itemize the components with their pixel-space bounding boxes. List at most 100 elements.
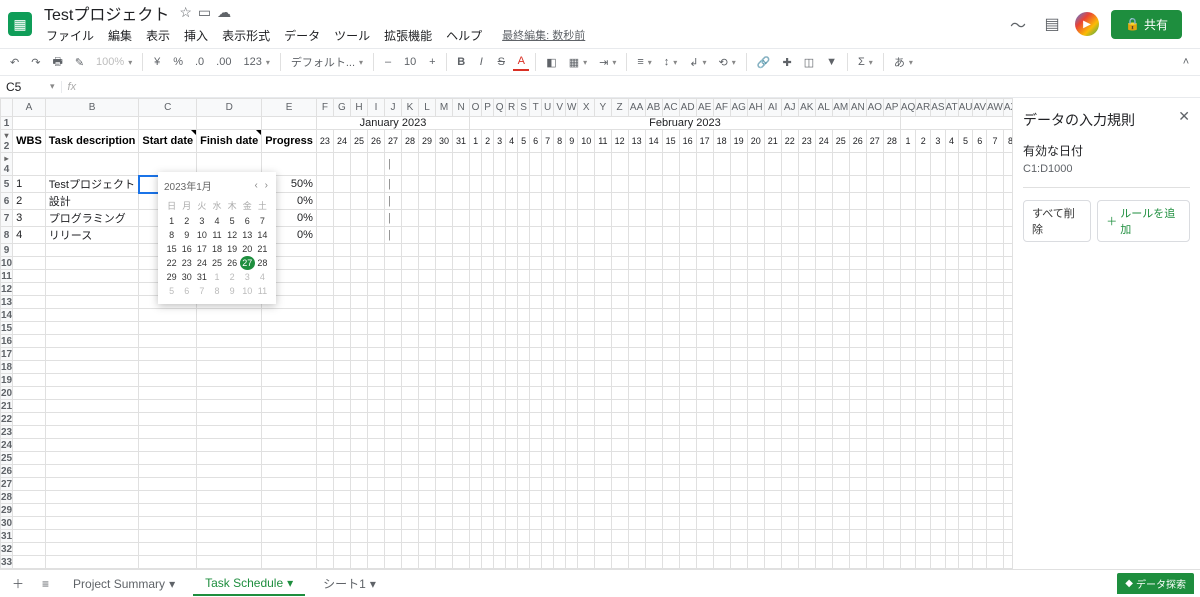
datepicker-day[interactable]: 3 — [240, 270, 255, 284]
undo-icon[interactable]: ↶ — [6, 54, 23, 71]
column-header[interactable]: H — [350, 99, 367, 117]
datepicker-day[interactable]: 1 — [164, 214, 179, 228]
column-header[interactable]: F — [316, 99, 333, 117]
meet-icon[interactable]: ▶ — [1075, 12, 1099, 36]
share-button[interactable]: 🔒共有 — [1111, 10, 1182, 39]
column-header[interactable]: K — [402, 99, 419, 117]
tab-sheet1[interactable]: シート1▾ — [311, 571, 388, 596]
add-sheet-button[interactable]: ＋ — [6, 573, 30, 594]
date-picker-popup[interactable]: 2023年1月 ‹ › 日月火水木金土123456789101112131415… — [158, 172, 276, 304]
datepicker-day[interactable]: 23 — [179, 256, 194, 270]
increase-decimal-button[interactable]: .00 — [212, 54, 235, 70]
valign-button[interactable]: ↕ — [660, 54, 682, 70]
font-size-plus[interactable]: + — [424, 54, 440, 70]
column-header[interactable]: E — [262, 99, 317, 117]
datepicker-day[interactable]: 9 — [179, 228, 194, 242]
datepicker-day[interactable]: 16 — [179, 242, 194, 256]
explore-button[interactable]: ◆データ探索 — [1117, 573, 1194, 594]
datepicker-day[interactable]: 25 — [209, 256, 224, 270]
datepicker-day[interactable]: 6 — [179, 284, 194, 298]
last-edit-link[interactable]: 最終編集: 数秒前 — [496, 25, 591, 45]
print-icon[interactable]: 🖶 — [48, 51, 66, 74]
datepicker-day[interactable]: 13 — [240, 228, 255, 242]
format-percent-button[interactable]: % — [169, 54, 187, 70]
fill-color-button[interactable]: ◧ — [542, 54, 560, 71]
datepicker-day[interactable]: 29 — [164, 270, 179, 284]
document-title[interactable]: Testプロジェクト — [40, 0, 173, 26]
datepicker-day[interactable]: 18 — [209, 242, 224, 256]
comment-button[interactable]: ✚ — [778, 54, 795, 71]
datepicker-day[interactable]: 4 — [255, 270, 270, 284]
datepicker-day[interactable]: 27 — [240, 256, 255, 270]
delete-all-button[interactable]: すべて削除 — [1023, 200, 1091, 242]
column-header[interactable]: G — [333, 99, 350, 117]
datepicker-day[interactable]: 5 — [225, 214, 240, 228]
halign-button[interactable]: ≡ — [633, 54, 655, 70]
column-header[interactable]: AJ — [781, 99, 798, 117]
datepicker-day[interactable]: 10 — [194, 228, 209, 242]
menu-extensions[interactable]: 拡張機能 — [378, 25, 438, 46]
column-header[interactable]: C — [139, 99, 197, 117]
spreadsheet-grid[interactable]: ABCDEFGHIJKLMNOPQRSTUVWXYZAAABACADAEAFAG… — [0, 98, 1012, 569]
add-rule-button[interactable]: ＋ルールを追加 — [1097, 200, 1190, 242]
link-button[interactable]: 🔗 — [753, 54, 775, 71]
chart-button[interactable]: ◫ — [800, 54, 818, 71]
decrease-decimal-button[interactable]: .0 — [191, 54, 208, 70]
column-header[interactable]: U — [542, 99, 554, 117]
datepicker-day[interactable]: 17 — [194, 242, 209, 256]
collapse-toolbar-icon[interactable]: ˄ — [1178, 54, 1194, 70]
column-header[interactable]: X — [578, 99, 595, 117]
strikethrough-button[interactable]: S — [493, 54, 509, 70]
column-header[interactable]: AK — [798, 99, 815, 117]
column-header[interactable]: AA — [628, 99, 645, 117]
font-size-minus[interactable]: – — [380, 54, 396, 70]
column-header[interactable]: AH — [747, 99, 764, 117]
datepicker-day[interactable]: 30 — [179, 270, 194, 284]
column-header[interactable]: AV — [973, 99, 987, 117]
datepicker-day[interactable]: 15 — [164, 242, 179, 256]
font-size-value[interactable]: 10 — [400, 54, 420, 70]
datepicker-day[interactable]: 2 — [179, 214, 194, 228]
column-header[interactable]: M — [436, 99, 453, 117]
menu-file[interactable]: ファイル — [40, 25, 100, 46]
history-icon[interactable]: 〜 — [1007, 13, 1029, 35]
datepicker-day[interactable]: 5 — [164, 284, 179, 298]
column-header[interactable]: AI — [764, 99, 781, 117]
menu-edit[interactable]: 編集 — [102, 25, 138, 46]
column-header[interactable]: AF — [713, 99, 730, 117]
column-header[interactable]: AP — [883, 99, 900, 117]
font-dropdown[interactable]: デフォルト... — [287, 52, 367, 72]
name-box[interactable]: C5 — [0, 80, 44, 94]
wrap-button[interactable]: ↲ — [685, 54, 710, 71]
functions-button[interactable]: Σ — [854, 54, 877, 70]
column-header[interactable]: N — [453, 99, 470, 117]
menu-data[interactable]: データ — [278, 25, 326, 46]
sheets-logo[interactable]: ▦ — [8, 12, 32, 36]
column-header[interactable]: AS — [931, 99, 945, 117]
datepicker-day[interactable]: 7 — [194, 284, 209, 298]
datepicker-prev-icon[interactable]: ‹ — [253, 180, 260, 191]
close-panel-icon[interactable]: ✕ — [1178, 108, 1190, 125]
name-box-dropdown[interactable]: ▾ — [44, 81, 61, 92]
datepicker-day[interactable]: 28 — [255, 256, 270, 270]
column-header[interactable]: L — [419, 99, 436, 117]
redo-icon[interactable]: ↷ — [27, 54, 44, 71]
column-header[interactable]: W — [566, 99, 578, 117]
datepicker-day[interactable]: 20 — [240, 242, 255, 256]
datepicker-next-icon[interactable]: › — [263, 180, 270, 191]
filter-button[interactable]: ▼ — [822, 54, 841, 70]
column-header[interactable]: I — [367, 99, 384, 117]
datepicker-day[interactable]: 1 — [209, 270, 224, 284]
borders-button[interactable]: ▦ — [565, 54, 591, 71]
all-sheets-button[interactable]: ≡ — [36, 575, 55, 593]
datepicker-day[interactable]: 31 — [194, 270, 209, 284]
italic-button[interactable]: I — [473, 54, 489, 70]
column-header[interactable]: J — [384, 99, 401, 117]
column-header[interactable]: AR — [916, 99, 931, 117]
column-header[interactable]: AG — [730, 99, 747, 117]
datepicker-day[interactable]: 11 — [255, 284, 270, 298]
rule-criteria[interactable]: 有効な日付 — [1023, 142, 1190, 159]
datepicker-day[interactable]: 8 — [164, 228, 179, 242]
datepicker-day[interactable]: 11 — [209, 228, 224, 242]
tab-project-summary[interactable]: Project Summary▾ — [61, 573, 187, 595]
